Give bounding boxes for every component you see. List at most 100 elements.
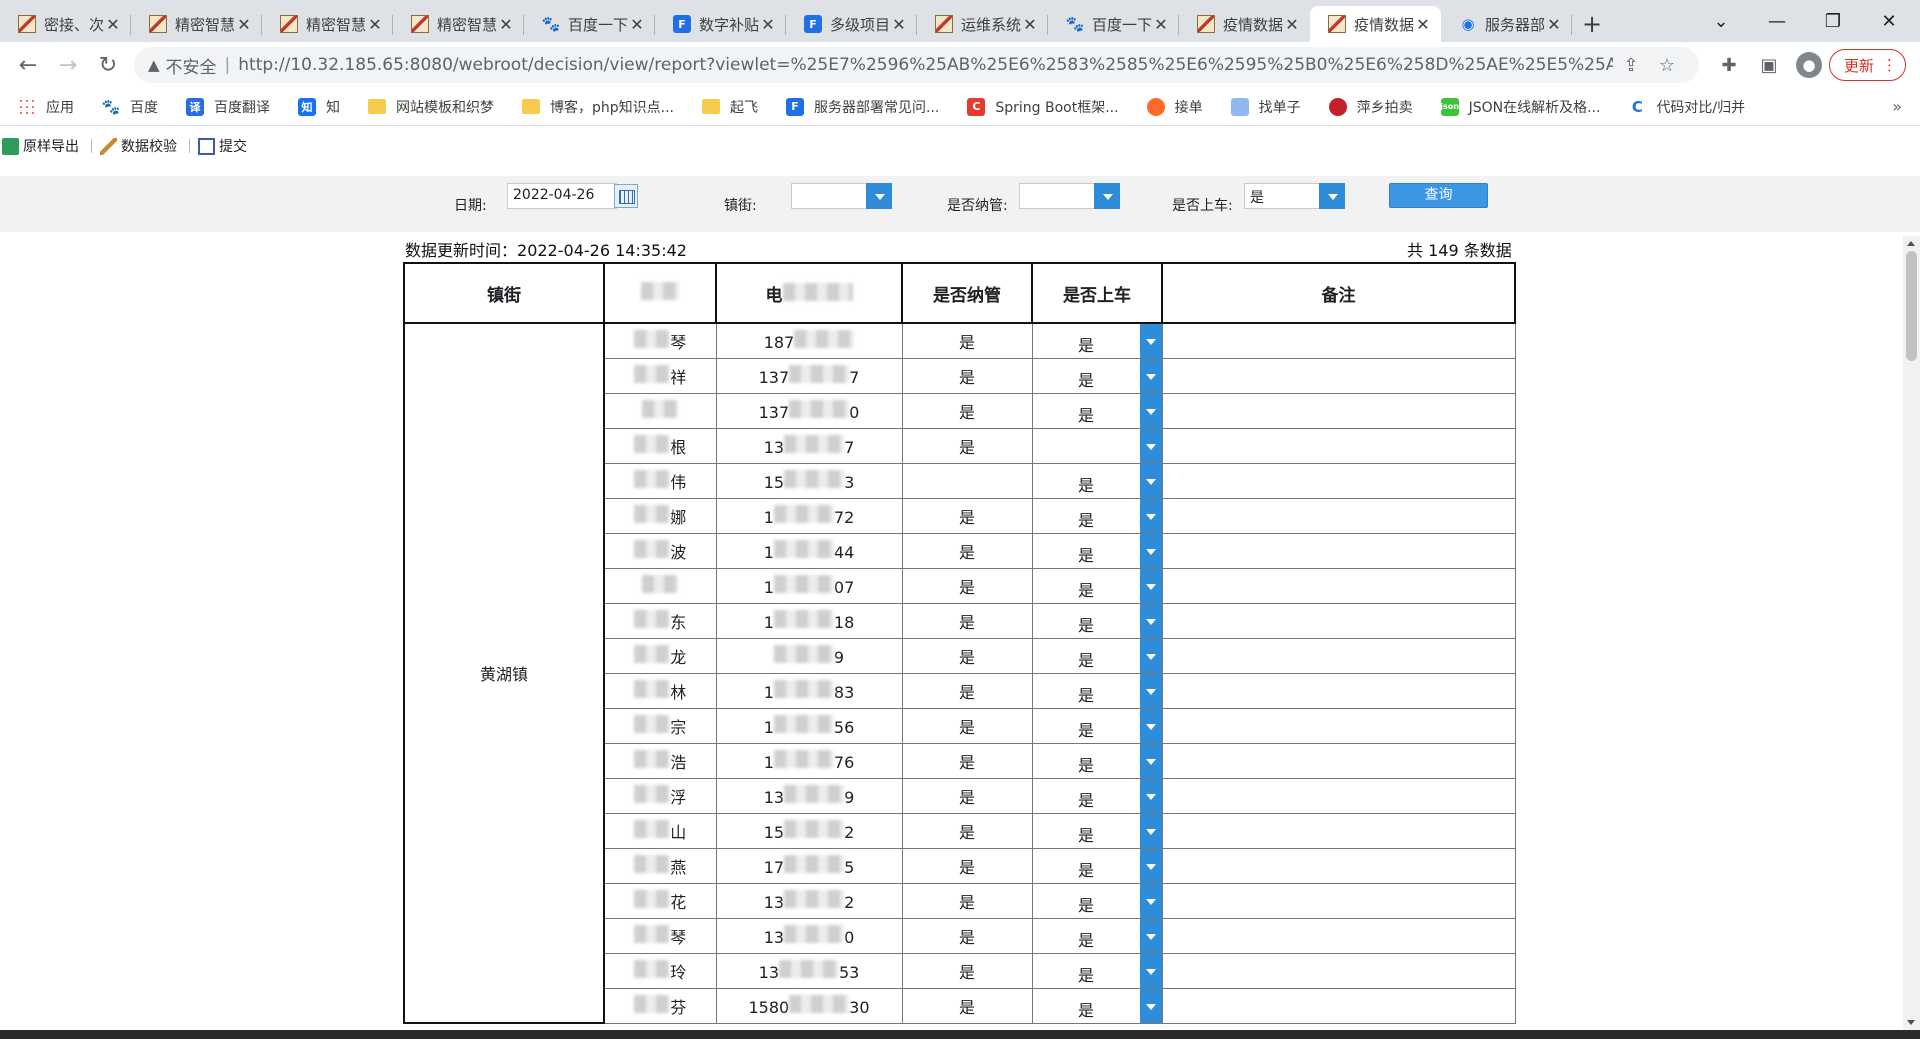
boarded-cell[interactable]: 是 xyxy=(1031,392,1163,429)
close-tab-icon[interactable]: ✕ xyxy=(498,15,514,34)
close-tab-icon[interactable]: ✕ xyxy=(1022,15,1038,34)
tab-search-icon[interactable]: ⌄ xyxy=(1693,0,1749,42)
bookmark-item[interactable]: 🐾 百度 xyxy=(102,97,158,117)
bookmark-item[interactable]: json JSON在线解析及格... xyxy=(1440,97,1600,117)
remark-cell[interactable] xyxy=(1161,567,1516,604)
browser-tab[interactable]: 精密智慧 ✕ xyxy=(262,6,393,42)
scroll-down-icon[interactable] xyxy=(1907,1020,1915,1025)
remark-cell[interactable] xyxy=(1161,882,1516,919)
browser-tab[interactable]: 精密智慧 ✕ xyxy=(393,6,524,42)
chevron-down-icon[interactable] xyxy=(1139,463,1162,498)
chevron-down-icon[interactable] xyxy=(1139,988,1162,1023)
close-tab-icon[interactable]: ✕ xyxy=(1153,15,1169,34)
boarded-cell[interactable]: 是 xyxy=(1031,602,1163,639)
chevron-down-icon[interactable] xyxy=(1139,324,1162,358)
url-text[interactable]: http://10.32.185.65:8080/webroot/decisio… xyxy=(238,55,1613,75)
boarded-dropdown[interactable]: 是 xyxy=(1033,848,1162,883)
boarded-cell[interactable]: 是 xyxy=(1031,742,1163,779)
boarded-dropdown[interactable]: 是 xyxy=(1033,953,1162,988)
boarded-cell[interactable]: 是 xyxy=(1031,987,1163,1024)
bookmark-item[interactable]: C Spring Boot框架... xyxy=(967,97,1119,117)
close-tab-icon[interactable]: ✕ xyxy=(367,15,383,34)
close-window-button[interactable]: ✕ xyxy=(1861,0,1917,42)
scroll-up-icon[interactable] xyxy=(1907,241,1915,246)
bookmark-item[interactable]: 萍乡拍卖 xyxy=(1328,97,1413,117)
address-bar[interactable]: ▲ 不安全 | http://10.32.185.65:8080/webroot… xyxy=(134,47,1699,83)
town-select[interactable] xyxy=(791,183,867,209)
boarded-cell[interactable] xyxy=(1031,427,1163,464)
boarded-cell[interactable]: 是 xyxy=(1031,532,1163,569)
chevron-down-icon[interactable] xyxy=(1139,708,1162,743)
warning-icon[interactable]: ▲ xyxy=(148,56,160,74)
close-tab-icon[interactable]: ✕ xyxy=(1284,15,1300,34)
browser-tab[interactable]: 精密智慧 ✕ xyxy=(131,6,262,42)
scroll-thumb[interactable] xyxy=(1906,251,1917,361)
remark-cell[interactable] xyxy=(1161,392,1516,429)
reload-button[interactable]: ↻ xyxy=(88,45,128,85)
restore-button[interactable]: ❐ xyxy=(1805,0,1861,42)
boarded-cell[interactable]: 是 xyxy=(1031,462,1163,499)
close-tab-icon[interactable]: ✕ xyxy=(1546,15,1562,34)
boarded-dropdown[interactable]: 是 xyxy=(1033,324,1162,358)
chevron-down-icon[interactable] xyxy=(1139,428,1162,463)
vertical-scrollbar[interactable] xyxy=(1903,236,1920,1030)
bookmark-item[interactable]: 接单 xyxy=(1146,97,1203,117)
remark-cell[interactable] xyxy=(1161,707,1516,744)
bookmarks-overflow-icon[interactable]: » xyxy=(1892,97,1902,116)
remark-cell[interactable] xyxy=(1161,952,1516,989)
side-panel-icon[interactable]: ▣ xyxy=(1749,55,1789,76)
remark-cell[interactable] xyxy=(1161,987,1516,1024)
boarded-cell[interactable]: 是 xyxy=(1031,882,1163,919)
query-button[interactable]: 查询 xyxy=(1389,183,1488,208)
close-tab-icon[interactable]: ✕ xyxy=(629,15,645,34)
bookmark-item[interactable]: 知知 xyxy=(298,97,340,117)
remark-cell[interactable] xyxy=(1161,917,1516,954)
remark-cell[interactable] xyxy=(1161,532,1516,569)
chevron-down-icon[interactable] xyxy=(1139,393,1162,428)
managed-select[interactable] xyxy=(1019,183,1095,209)
extensions-icon[interactable]: ✚ xyxy=(1709,55,1749,76)
boarded-cell[interactable]: 是 xyxy=(1031,917,1163,954)
chevron-down-icon[interactable] xyxy=(1139,568,1162,603)
browser-tab[interactable]: 疫情数据 ✕ xyxy=(1310,6,1441,42)
back-button[interactable]: ← xyxy=(8,45,48,85)
boarded-dropdown[interactable]: 是 xyxy=(1033,988,1162,1023)
bookmark-item[interactable]: F 服务器部署常见问... xyxy=(786,97,939,117)
browser-tab[interactable]: F 多级项目 ✕ xyxy=(786,6,917,42)
remark-cell[interactable] xyxy=(1161,812,1516,849)
chevron-down-icon[interactable] xyxy=(1139,673,1162,708)
validate-button[interactable]: 数据校验 xyxy=(98,136,183,156)
boarded-dropdown[interactable]: 是 xyxy=(1033,813,1162,848)
remark-cell[interactable] xyxy=(1161,847,1516,884)
boarded-dropdown[interactable]: 是 xyxy=(1033,463,1162,498)
boarded-cell[interactable]: 是 xyxy=(1031,847,1163,884)
chevron-down-icon[interactable] xyxy=(1139,498,1162,533)
remark-cell[interactable] xyxy=(1161,357,1516,394)
browser-tab[interactable]: F 数字补贴 ✕ xyxy=(655,6,786,42)
profile-avatar[interactable]: ● xyxy=(1796,52,1822,78)
star-icon[interactable]: ☆ xyxy=(1649,55,1685,76)
chevron-down-icon[interactable] xyxy=(1139,638,1162,673)
bookmark-item[interactable]: C 代码对比/归并 xyxy=(1628,97,1745,117)
browser-tab[interactable]: 🐾 百度一下 ✕ xyxy=(524,6,655,42)
chevron-down-icon[interactable] xyxy=(1094,183,1120,209)
bookmark-item[interactable]: 译百度翻译 xyxy=(186,97,270,117)
date-input[interactable]: 2022-04-26 xyxy=(507,183,617,209)
chevron-down-icon[interactable] xyxy=(1139,603,1162,638)
boarded-dropdown[interactable]: 是 xyxy=(1033,708,1162,743)
boarded-select[interactable]: 是 xyxy=(1244,183,1320,209)
close-tab-icon[interactable]: ✕ xyxy=(1415,15,1431,34)
bookmark-item[interactable]: 找单子 xyxy=(1230,97,1301,117)
boarded-dropdown[interactable]: 是 xyxy=(1033,918,1162,953)
boarded-cell[interactable]: 是 xyxy=(1031,952,1163,989)
remark-cell[interactable] xyxy=(1161,637,1516,674)
boarded-cell[interactable]: 是 xyxy=(1031,567,1163,604)
security-label[interactable]: 不安全 xyxy=(166,53,217,78)
boarded-dropdown[interactable]: 是 xyxy=(1033,498,1162,533)
remark-cell[interactable] xyxy=(1161,672,1516,709)
bookmark-item[interactable]: 应用 xyxy=(18,97,74,117)
close-tab-icon[interactable]: ✕ xyxy=(236,15,252,34)
remark-cell[interactable] xyxy=(1161,497,1516,534)
boarded-cell[interactable]: 是 xyxy=(1031,777,1163,814)
remark-cell[interactable] xyxy=(1161,462,1516,499)
